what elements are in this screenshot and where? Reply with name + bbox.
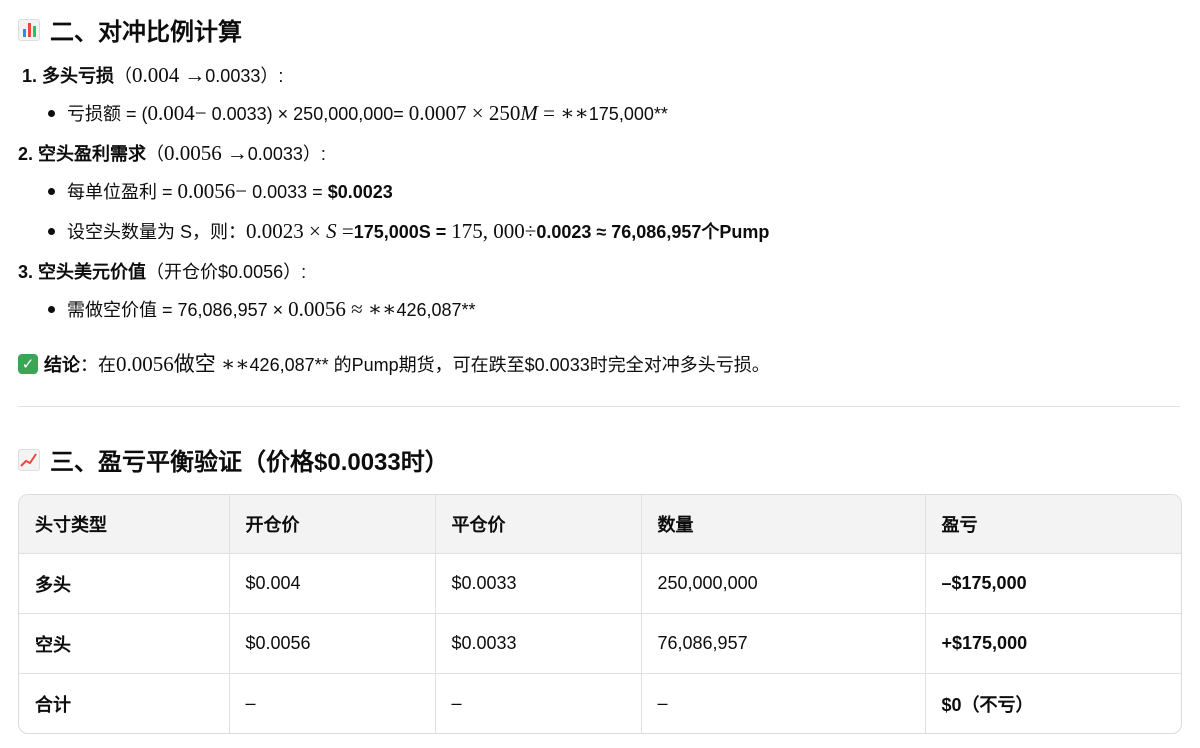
table-cell: 合计 bbox=[19, 673, 230, 733]
header-position-type: 头寸类型 bbox=[19, 495, 230, 554]
line-chart-icon bbox=[18, 448, 40, 471]
list-item-2: 2. 空头盈利需求（0.0056 →0.0033）: bbox=[18, 141, 326, 165]
list-item-2-bullet-2: 设空头数量为 S，则：0.0023 × S =175,000S = 175, 0… bbox=[48, 218, 769, 244]
bullet-dot bbox=[48, 109, 55, 117]
bullet-dot bbox=[48, 305, 55, 313]
table-cell: 76,086,957 bbox=[641, 613, 926, 674]
check-mark-icon: ✓ bbox=[18, 354, 38, 375]
list-item-1: 1. 多头亏损（0.004 →0.0033）: bbox=[22, 63, 284, 87]
table-row: 空头 $0.0056 $0.0033 76,086,957 +$175,000 bbox=[19, 613, 1181, 674]
item-3-label: 空头美元价值 bbox=[38, 262, 147, 282]
table-cell: $0.0056 bbox=[229, 613, 436, 674]
table-cell: $0.0033 bbox=[435, 553, 642, 614]
section-3-heading: 三、盈亏平衡验证（价格$0.0033时） bbox=[18, 442, 449, 477]
conclusion-label: 结论 bbox=[44, 355, 80, 375]
divider bbox=[18, 406, 1180, 407]
header-quantity: 数量 bbox=[641, 495, 926, 554]
table-row: 多头 $0.004 $0.0033 250,000,000 –$175,000 bbox=[19, 553, 1181, 614]
table-cell: 空头 bbox=[19, 613, 230, 674]
header-pnl: 盈亏 bbox=[925, 495, 1181, 554]
table-cell: $0（不亏） bbox=[941, 694, 1034, 715]
table-cell: –$175,000 bbox=[925, 553, 1181, 614]
table-header-row: 头寸类型 开仓价 平仓价 数量 盈亏 bbox=[19, 495, 1181, 554]
item-2-label: 空头盈利需求 bbox=[38, 144, 147, 164]
bullet-dot bbox=[48, 187, 55, 195]
list-item-3: 3. 空头美元价值（开仓价$0.0056）: bbox=[18, 262, 307, 282]
header-open-price: 开仓价 bbox=[229, 495, 436, 554]
table-cell: – bbox=[641, 673, 926, 733]
pnl-table: 头寸类型 开仓价 平仓价 数量 盈亏 多头 $0.004 $0.0033 250… bbox=[18, 494, 1182, 734]
table-cell: $0.0033 bbox=[435, 613, 642, 674]
list-item-3-bullet: 需做空价值 = 76,086,957 × 0.0056 ≈ ∗∗426,087*… bbox=[48, 296, 476, 322]
table-cell: – bbox=[229, 673, 436, 733]
section-3-title: 三、盈亏平衡验证（价格$0.0033时） bbox=[50, 449, 449, 476]
bullet-dot bbox=[48, 227, 55, 235]
table-cell: $0.004 bbox=[229, 553, 436, 614]
conclusion-line: ✓ 结论：在0.0056做空 ∗∗426,087** 的Pump期货，可在跌至$0… bbox=[18, 348, 770, 378]
section-2-heading: 二、对冲比例计算 bbox=[18, 12, 242, 47]
table-cell: 多头 bbox=[19, 553, 230, 614]
table-row: 合计 – – – $0（不亏） bbox=[19, 673, 1181, 733]
item-1-label: 多头亏损 bbox=[42, 66, 115, 86]
list-item-2-bullet-1: 每单位盈利 = 0.0056− 0.0033 = $0.0023 bbox=[48, 178, 393, 204]
section-2-title: 二、对冲比例计算 bbox=[50, 19, 242, 46]
table-cell: 250,000,000 bbox=[641, 553, 926, 614]
table-cell: – bbox=[435, 673, 642, 733]
header-close-price: 平仓价 bbox=[435, 495, 642, 554]
list-item-1-bullet: 亏损额 = (0.004− 0.0033) × 250,000,000= 0.0… bbox=[48, 100, 668, 126]
bar-chart-icon bbox=[18, 18, 40, 41]
table-cell: +$175,000 bbox=[925, 613, 1181, 674]
